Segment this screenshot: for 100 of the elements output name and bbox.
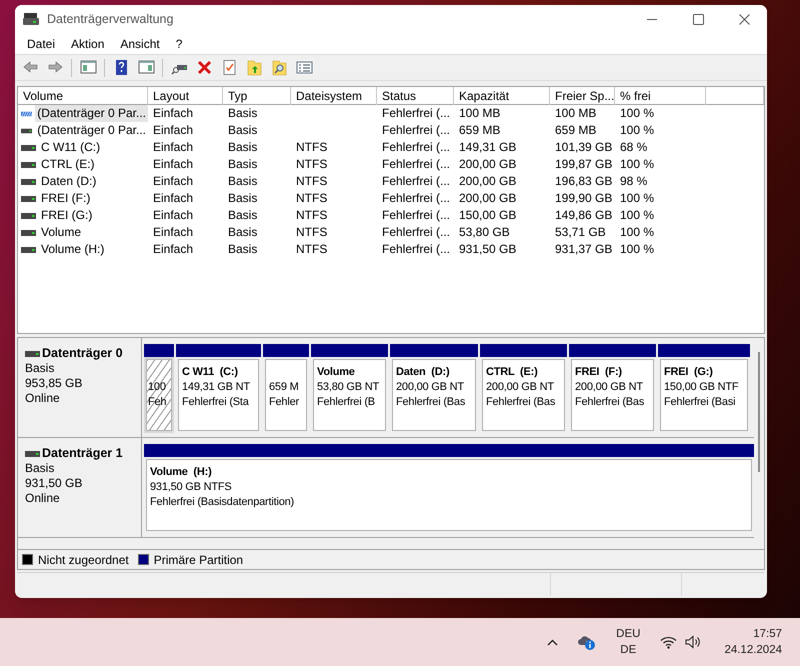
menu-item[interactable]: Ansicht: [112, 34, 168, 52]
partition-detail: Fehlerfrei (Sta: [182, 395, 249, 410]
table-cell[interactable]: FREI (G:): [39, 207, 94, 224]
table-cell: Fehlerfrei (...: [382, 106, 450, 120]
partition-detail: 931,50 GB NTFS: [150, 480, 232, 495]
partition-block[interactable]: CTRL (E:) 200,00 GB NT Fehlerfrei (Bas: [480, 357, 567, 433]
chevron-up-icon[interactable]: [547, 638, 558, 646]
table-cell: Basis: [228, 191, 258, 205]
console-tree-icon[interactable]: [80, 59, 96, 76]
partition-detail: Fehlerfrei (Bas: [486, 395, 556, 410]
cloud-info-icon[interactable]: [578, 634, 596, 650]
column-header[interactable]: Status: [377, 87, 454, 105]
column-header[interactable]: Freier Sp...: [550, 87, 615, 105]
table-cell: Einfach: [153, 140, 194, 154]
table-cell: Einfach: [153, 191, 194, 205]
partition-detail: 53,80 GB NT: [317, 380, 379, 395]
table-cell[interactable]: Volume: [39, 224, 84, 241]
partition-block[interactable]: FREI (G:) 150,00 GB NTF Fehlerfrei (Basi: [658, 357, 750, 433]
table-cell[interactable]: C W11 (C:): [39, 139, 102, 156]
partition-detail: 100: [148, 380, 166, 395]
column-header[interactable]: Kapazität: [454, 87, 550, 105]
partition-block[interactable]: Daten (D:) 200,00 GB NT Fehlerfrei (Bas: [390, 357, 478, 433]
partition-name: Volume: [317, 365, 356, 380]
maximize-icon: [692, 14, 704, 24]
disk-status: Online: [25, 391, 61, 406]
partition-block[interactable]: Volume 53,80 GB NT Fehlerfrei (B: [311, 357, 388, 433]
disk-type: Basis: [25, 361, 56, 376]
disk-type: Basis: [25, 461, 56, 476]
properties-list-icon[interactable]: [296, 59, 312, 76]
table-cell: Basis: [228, 174, 258, 188]
table-cell: NTFS: [296, 174, 328, 188]
table-cell[interactable]: Volume (H:): [39, 241, 106, 258]
partition-name: CTRL (E:): [486, 365, 539, 380]
partition-block[interactable]: 100 Feh: [144, 357, 174, 433]
table-cell[interactable]: (Datenträger 0 Par...: [35, 105, 148, 122]
disk-size: 953,85 GB: [25, 376, 84, 391]
table-cell[interactable]: Daten (D:): [39, 173, 98, 190]
partition-detail: Fehlerfrei (Basisdatenpartition): [150, 495, 294, 510]
close-icon: [738, 14, 750, 24]
table-cell[interactable]: (Datenträger 0 Par...: [35, 122, 148, 139]
menu-item[interactable]: Aktion: [63, 34, 112, 52]
input-language[interactable]: DEU: [616, 626, 640, 642]
minimize-icon: [647, 18, 657, 20]
wifi-icon[interactable]: [660, 636, 678, 648]
drive-icon: [25, 450, 40, 456]
partition-block[interactable]: Volume (H:) 931,50 GB NTFS Fehlerfrei (Basisdatenpartition): [144, 457, 754, 533]
column-header[interactable]: Dateisystem: [291, 87, 377, 105]
table-cell: Einfach: [153, 225, 194, 239]
action-pane-icon[interactable]: [138, 59, 154, 76]
disk-name: Datenträger 0: [42, 346, 123, 361]
clock-date[interactable]: 24.12.2024: [724, 642, 782, 658]
table-cell[interactable]: FREI (F:): [39, 190, 92, 207]
checked-document-icon[interactable]: [220, 59, 238, 76]
keyboard-layout[interactable]: DE: [620, 642, 636, 658]
delete-x-icon[interactable]: [196, 59, 212, 76]
table-cell: 659 MB: [555, 123, 596, 137]
table-cell: Einfach: [153, 106, 194, 120]
folder-magnifier-icon[interactable]: [270, 59, 288, 76]
partition-detail: 149,31 GB NT: [182, 380, 250, 395]
table-cell: Basis: [228, 140, 258, 154]
table-cell: 659 MB: [459, 123, 500, 137]
column-header[interactable]: Layout: [148, 87, 223, 105]
speaker-icon[interactable]: [685, 635, 702, 649]
table-cell: Basis: [228, 106, 258, 120]
table-cell: 53,80 GB: [459, 225, 510, 239]
partition-block[interactable]: 659 M Fehler: [263, 357, 309, 433]
table-cell: Einfach: [153, 174, 194, 188]
partition-block[interactable]: FREI (F:) 200,00 GB NT Fehlerfrei (Bas: [569, 357, 656, 433]
drive-icon: [21, 196, 36, 202]
partition-detail: Fehlerfrei (Basi: [664, 395, 736, 410]
table-cell: Fehlerfrei (...: [382, 157, 450, 171]
partition-detail: 150,00 GB NTF: [664, 380, 738, 395]
table-cell: NTFS: [296, 191, 328, 205]
partition-detail: 200,00 GB NT: [396, 380, 464, 395]
table-cell: Basis: [228, 123, 258, 137]
table-cell: 68 %: [620, 140, 648, 154]
column-header[interactable]: Typ: [223, 87, 291, 105]
disk-name: Datenträger 1: [42, 446, 123, 461]
partition-bar: [263, 344, 309, 357]
partition-block[interactable]: C W11 (C:) 149,31 GB NT Fehlerfrei (Sta: [176, 357, 261, 433]
column-header[interactable]: % frei: [615, 87, 706, 105]
partition-detail: Feh: [148, 395, 166, 410]
partition-name: Volume (H:): [150, 465, 213, 480]
partition-detail: 200,00 GB NT: [486, 380, 554, 395]
partition-detail: Fehlerfrei (Bas: [575, 395, 644, 410]
folder-up-arrow-icon[interactable]: [246, 59, 262, 76]
table-cell: NTFS: [296, 242, 328, 256]
table-cell: Einfach: [153, 123, 194, 137]
table-cell: Einfach: [153, 208, 194, 222]
menu-item[interactable]: Datei: [19, 34, 64, 52]
drive-icon: [21, 230, 36, 236]
table-cell: 53,71 GB: [555, 225, 606, 239]
table-cell[interactable]: CTRL (E:): [39, 156, 97, 173]
table-cell: NTFS: [296, 225, 328, 239]
table-cell: Basis: [228, 225, 258, 239]
clock-time[interactable]: 17:57: [753, 626, 782, 642]
table-cell: NTFS: [296, 208, 328, 222]
table-cell: 199,87 GB: [555, 157, 612, 171]
menu-item[interactable]: ?: [168, 34, 190, 52]
drive-icon: [21, 162, 36, 168]
